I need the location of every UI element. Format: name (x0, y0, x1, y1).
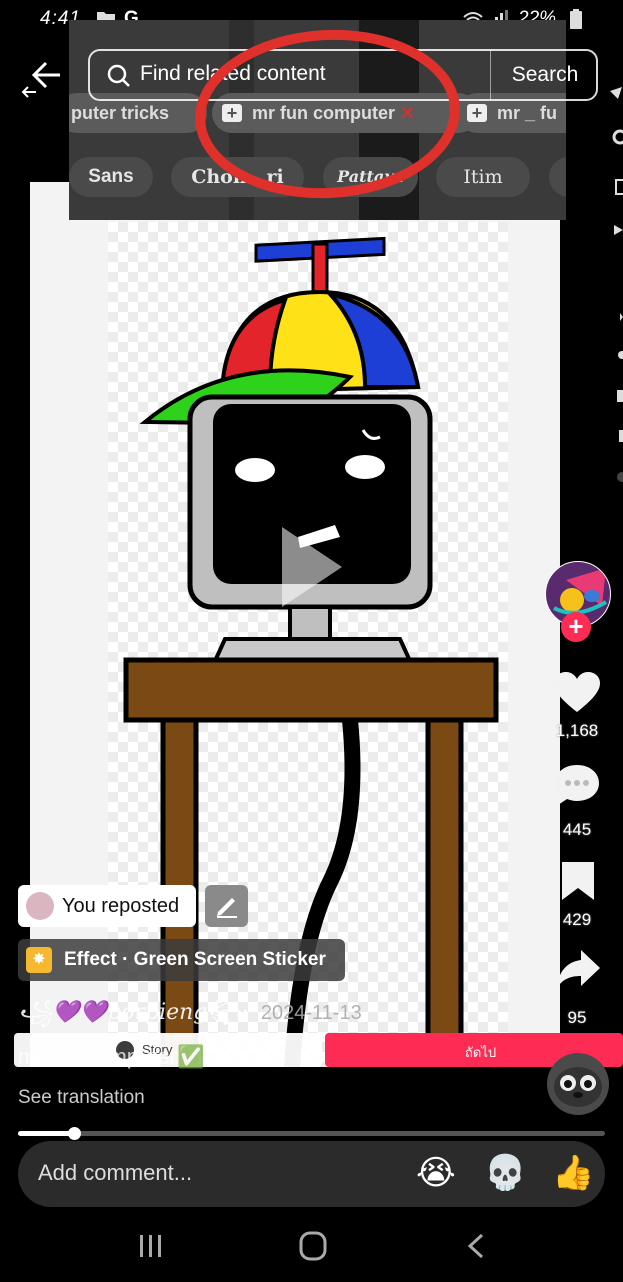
effect-badge[interactable]: ✸ Effect · Green Screen Sticker (18, 939, 345, 981)
home-icon[interactable] (299, 1231, 327, 1261)
back-arrow-small-icon (21, 86, 36, 98)
edit-icon (217, 898, 237, 918)
next-label: ถัดไป (465, 1045, 497, 1060)
emoji-skull-button[interactable]: 💀 (484, 1153, 526, 1193)
share-icon[interactable] (555, 948, 601, 992)
save-count: 429 (562, 910, 592, 929)
search-button[interactable]: Search (490, 50, 599, 100)
plus-icon: + (467, 104, 487, 122)
progress-fill (18, 1131, 74, 1136)
sound-avatar[interactable] (547, 1053, 609, 1115)
font-chip-more[interactable] (549, 157, 566, 197)
emoji-crying-button[interactable]: 😭 (416, 1153, 456, 1193)
comment-icon[interactable] (554, 763, 600, 807)
effect-icon: ✸ (26, 947, 52, 973)
battery-icon (570, 9, 582, 29)
edit-repost-button[interactable] (205, 885, 248, 927)
like-count: 1,168 (555, 721, 599, 740)
font-chip-sans[interactable]: Sans (69, 157, 153, 197)
right-edge-toolbar (608, 85, 623, 485)
progress-track[interactable] (18, 1131, 605, 1136)
computer-character-sticker (123, 236, 499, 1067)
font-chip-itim[interactable]: Itim (436, 157, 530, 197)
see-translation-link[interactable]: See translation (18, 1087, 145, 1109)
heart-icon[interactable] (554, 672, 600, 714)
follow-button[interactable]: + (561, 612, 591, 642)
back-nav-icon[interactable] (465, 1232, 487, 1260)
reposted-label: You reposted (62, 895, 180, 917)
author-name: ꧁💜💜porpieng꧂· (18, 1000, 249, 1025)
progress-handle[interactable] (67, 1127, 81, 1140)
share-count: 95 (567, 1008, 587, 1027)
recents-icon[interactable] (138, 1233, 164, 1259)
post-date: 2024-11-13 (260, 1002, 362, 1024)
effect-label: Effect · Green Screen Sticker (64, 949, 326, 970)
comment-placeholder: Add comment... (38, 1160, 193, 1185)
bookmark-icon[interactable] (559, 860, 597, 902)
comment-count: 445 (562, 820, 592, 839)
emoji-thumbs-up-button[interactable]: 👍 (552, 1153, 594, 1193)
caption-text: mr.fun computer✅ (18, 1044, 205, 1069)
search-icon (107, 64, 130, 87)
reposted-badge[interactable]: You reposted (18, 885, 196, 927)
reposter-avatar (26, 892, 54, 920)
video-player[interactable] (30, 182, 560, 1067)
